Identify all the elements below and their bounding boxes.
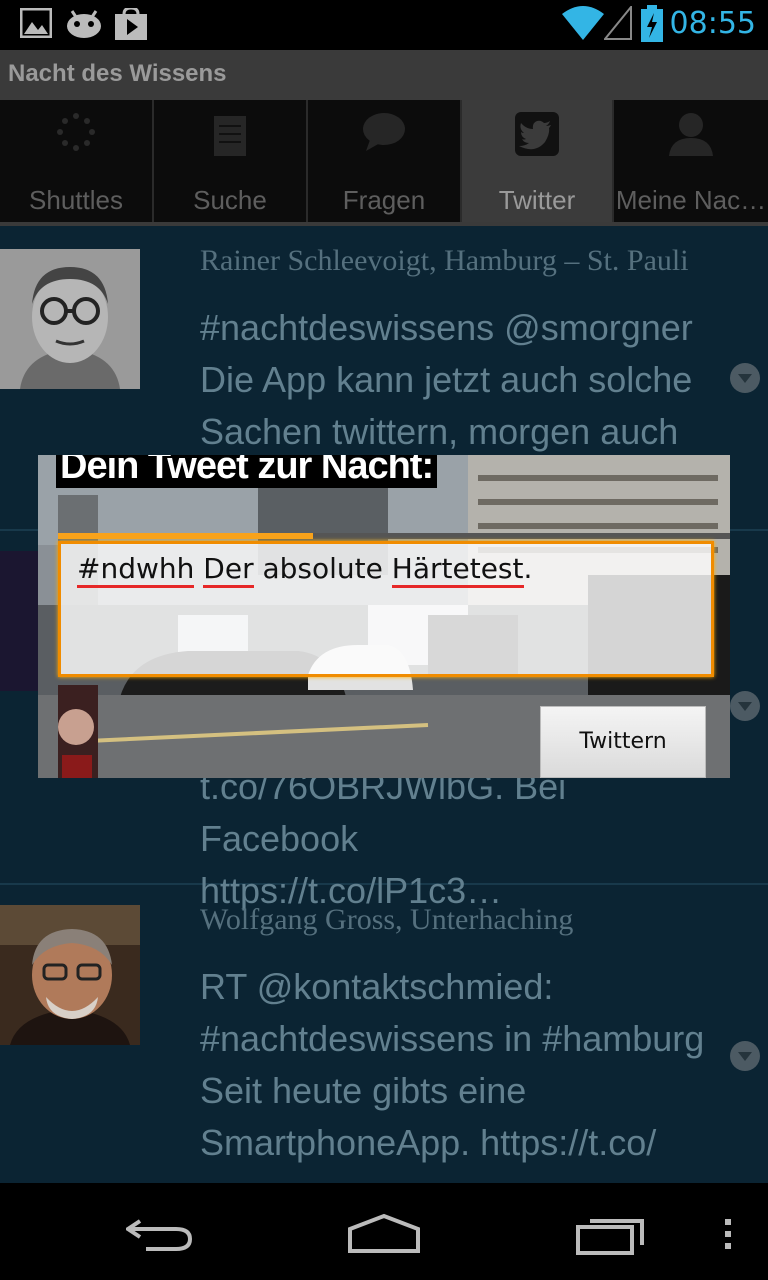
app-title: Nacht des Wissens (8, 60, 227, 87)
input-word: Der (203, 552, 254, 588)
speech-bubble-icon (362, 112, 406, 156)
loading-icon (56, 112, 96, 156)
status-bar: 08:55 (0, 0, 768, 50)
twittern-button[interactable]: Twittern (540, 706, 706, 778)
navigation-bar (0, 1183, 768, 1280)
character-progress-fill (58, 533, 314, 539)
tab-label: Meine Nac… (615, 185, 767, 215)
notepad-icon (213, 112, 247, 160)
expand-icon[interactable] (730, 691, 760, 721)
back-icon[interactable] (124, 1217, 194, 1255)
wifi-icon (562, 6, 604, 44)
tweet-author: Wolfgang Gross, Unterhaching (200, 903, 574, 936)
tab-fragen[interactable]: Fragen (308, 100, 462, 222)
character-progress-bar (58, 533, 730, 539)
tweet-line: Seit heute gibts eine (200, 1070, 527, 1111)
play-store-icon (114, 6, 148, 44)
dialog-title: Dein Tweet zur Nacht: (56, 455, 438, 488)
avatar (0, 551, 40, 691)
tweet-line: RT @kontaktschmied: (200, 966, 554, 1007)
twitter-icon (515, 112, 559, 160)
tweet-line: #nachtdeswissens in #hamburg (200, 1018, 705, 1059)
tweet-dialog: Dein Tweet zur Nacht: #ndwhh Der absolut… (38, 455, 730, 778)
tab-shuttles[interactable]: Shuttles (0, 100, 154, 222)
tab-bar: Shuttles Suche Fragen Twitter Meine Nac… (0, 100, 768, 225)
person-icon (669, 112, 713, 160)
input-word: absolute (262, 552, 383, 585)
tweet-item[interactable]: Wolfgang Gross, Unterhaching RT @kontakt… (0, 885, 768, 1183)
tab-twitter[interactable]: Twitter (462, 100, 614, 222)
tab-suche[interactable]: Suche (154, 100, 308, 222)
overflow-menu-icon[interactable] (722, 1217, 734, 1255)
tweet-line: SmartphoneApp. https://t.co/ (200, 1122, 657, 1163)
input-word: #ndwhh (77, 552, 195, 588)
expand-icon[interactable] (730, 363, 760, 393)
input-word: . (523, 552, 533, 585)
tweet-input[interactable]: #ndwhh Der absolute Härtetest. (58, 541, 714, 677)
tab-label: Fragen (342, 185, 426, 215)
tweet-line: #nachtdeswissens @smorgner (200, 307, 693, 348)
tab-label: Twitter (498, 185, 576, 215)
status-clock: 08:55 (669, 6, 756, 41)
avatar (0, 249, 140, 389)
tab-label: Suche (193, 185, 267, 215)
gallery-icon (19, 7, 53, 42)
action-bar: Nacht des Wissens (0, 50, 768, 100)
tweet-input-text: #ndwhh Der absolute Härtetest. (77, 552, 533, 588)
tab-meine-nacht[interactable]: Meine Nac… (614, 100, 768, 222)
battery-charging-icon (640, 5, 664, 47)
home-icon[interactable] (346, 1213, 422, 1259)
tab-label: Shuttles (29, 185, 123, 215)
android-icon (66, 8, 102, 42)
tweet-text: RT @kontaktschmied: #nachtdeswissens in … (200, 961, 720, 1169)
recent-apps-icon[interactable] (576, 1215, 646, 1259)
tweet-line: Die App kann jetzt auch solche (200, 359, 693, 400)
tweet-author: Rainer Schleevoigt, Hamburg – St. Pauli (200, 244, 689, 277)
avatar (0, 905, 140, 1045)
input-word: Härtetest (391, 552, 524, 588)
expand-icon[interactable] (730, 1041, 760, 1071)
signal-icon (602, 4, 632, 44)
